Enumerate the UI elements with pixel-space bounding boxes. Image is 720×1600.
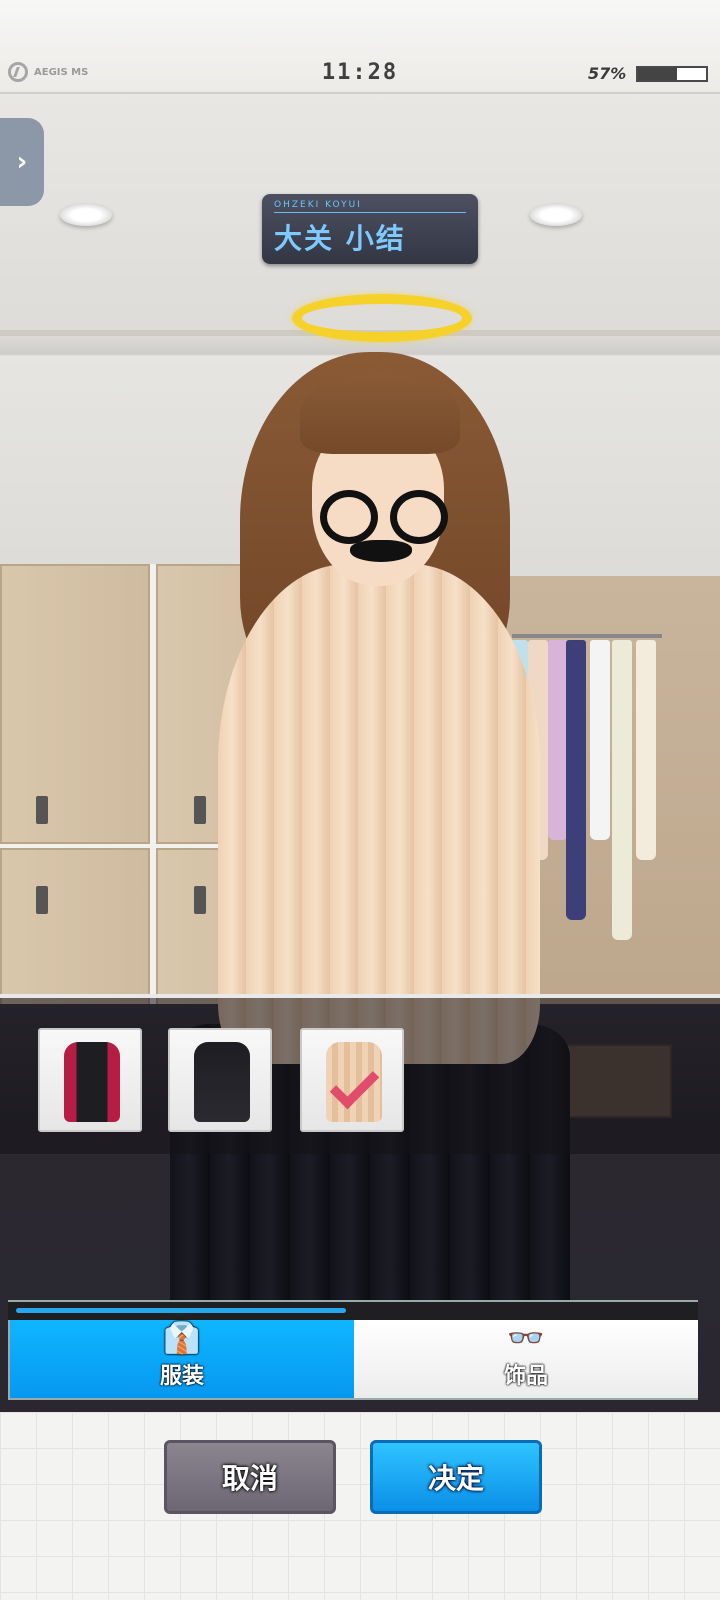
red-black-jacket-outfit-icon	[64, 1042, 120, 1122]
hanging-clothes	[566, 640, 586, 920]
outfit-option-black-suit[interactable]	[168, 1028, 272, 1132]
scroll-progress-fill	[16, 1308, 347, 1313]
character-name: 大关 小结	[274, 222, 406, 255]
cancel-button[interactable]: 取消	[164, 1440, 336, 1514]
glasses-icon: 👓	[507, 1321, 545, 1356]
black-suit-outfit-icon	[194, 1042, 250, 1122]
locker-door	[0, 564, 150, 844]
hanging-clothes	[636, 640, 656, 860]
nameplate-divider	[274, 212, 466, 213]
hanging-clothes	[590, 640, 610, 840]
outfit-option-sweater[interactable]	[300, 1028, 404, 1132]
character-name-romaji: OHZEKI KOYUI	[274, 200, 362, 210]
tab-clothing[interactable]: 👔 服装	[10, 1320, 354, 1398]
character-nameplate: OHZEKI KOYUI 大关 小结	[262, 194, 478, 264]
battery-icon	[636, 66, 708, 82]
status-bar: AEGIS MS 11:28 57%	[0, 0, 720, 94]
tab-clothing-label: 服装	[159, 1364, 204, 1389]
bottom-button-bar	[0, 1412, 720, 1600]
ceiling-light	[60, 204, 112, 226]
clothes-rail	[512, 634, 662, 638]
glasses-left-lens	[320, 490, 378, 544]
dressing-room-scene	[0, 94, 720, 1442]
hanging-clothes	[612, 640, 632, 940]
battery-percent: 57%	[588, 64, 627, 83]
outfit-option-red-black-jacket[interactable]	[38, 1028, 142, 1132]
tab-accessories-label: 饰品	[503, 1364, 548, 1389]
hanging-clothes	[548, 640, 568, 840]
ceiling-light	[530, 204, 582, 226]
expand-panel-button[interactable]: ›	[0, 118, 44, 206]
scroll-progress	[8, 1302, 698, 1320]
mustache-accessory	[350, 540, 412, 562]
character-bangs	[300, 374, 460, 454]
confirm-button[interactable]: 决定	[370, 1440, 542, 1514]
shirt-icon: 👔	[163, 1321, 201, 1356]
halo-accessory	[292, 294, 472, 342]
character-sweater	[218, 564, 540, 1064]
chevron-right-icon: ›	[16, 147, 28, 177]
glasses-right-lens	[390, 490, 448, 544]
tab-accessories[interactable]: 👓 饰品	[354, 1320, 698, 1398]
battery-fill	[638, 68, 677, 80]
